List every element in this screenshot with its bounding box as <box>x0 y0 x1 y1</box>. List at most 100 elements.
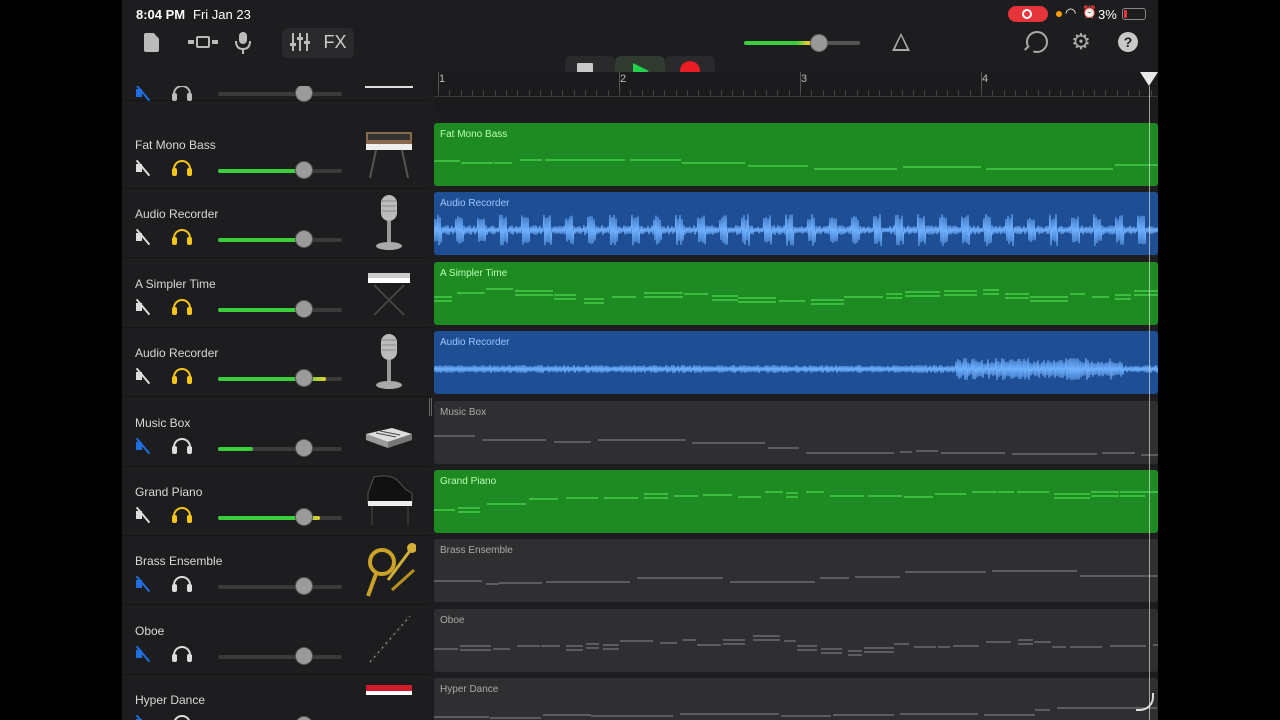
master-volume-knob[interactable] <box>810 34 828 52</box>
track-region[interactable]: Audio Recorder <box>434 331 1158 394</box>
brass-instrument-icon[interactable] <box>362 540 417 598</box>
track-header[interactable]: Audio Recorder <box>122 189 431 258</box>
headphones-icon[interactable] <box>172 714 192 720</box>
region-name: Audio Recorder <box>440 198 510 209</box>
region-content <box>434 159 1158 170</box>
track-header[interactable]: Hyper Dance <box>122 675 431 720</box>
headphones-icon[interactable] <box>172 86 192 102</box>
track-name: Oboe <box>135 624 165 638</box>
mute-icon[interactable] <box>134 506 152 524</box>
mute-icon[interactable] <box>134 714 152 720</box>
mute-icon[interactable] <box>134 367 152 385</box>
track-volume-slider[interactable] <box>218 577 342 595</box>
track-header-partial[interactable] <box>122 86 431 102</box>
partial-lane <box>434 86 1158 115</box>
track-region[interactable]: Hyper Dance <box>434 678 1158 720</box>
region-content <box>434 213 1158 247</box>
oboe-instrument-icon[interactable] <box>362 610 416 668</box>
region-content <box>434 288 1158 305</box>
track-header[interactable]: Fat Mono Bass <box>122 120 431 189</box>
region-name: Grand Piano <box>440 476 497 487</box>
privacy-indicator-icon <box>1056 11 1062 17</box>
help-icon[interactable]: ? <box>1118 32 1138 52</box>
microphone-instrument-icon[interactable] <box>362 193 416 251</box>
track-header[interactable]: Music Box <box>122 398 431 467</box>
track-region[interactable]: Fat Mono Bass <box>434 123 1158 186</box>
track-volume-slider[interactable] <box>218 439 342 457</box>
mute-icon[interactable] <box>134 86 152 102</box>
keyboard-stand-instrument-icon[interactable] <box>362 263 416 321</box>
settings-icon[interactable]: ⚙ <box>1070 31 1092 53</box>
headphones-icon[interactable] <box>172 645 192 663</box>
track-region[interactable]: Music Box <box>434 401 1158 464</box>
garageband-screen: 8:04 PM Fri Jan 23 ◠ ⏰ 3% FX ⚙ ? 1 2 3 4… <box>122 0 1158 720</box>
track-name: A Simpler Time <box>135 277 216 291</box>
ruler-bar-label: 2 <box>620 73 627 85</box>
red-synth-instrument-icon[interactable] <box>362 679 416 720</box>
headphones-icon[interactable] <box>172 159 192 177</box>
track-volume-slider[interactable] <box>218 230 342 248</box>
alarm-icon: ⏰ <box>1082 5 1097 19</box>
synth-instrument-icon[interactable] <box>362 124 416 182</box>
track-volume-slider[interactable] <box>218 161 342 179</box>
track-region[interactable]: Brass Ensemble <box>434 539 1158 602</box>
track-region[interactable]: Oboe <box>434 609 1158 672</box>
headphones-icon[interactable] <box>172 367 192 385</box>
region-content <box>434 358 1158 380</box>
track-name: Audio Recorder <box>135 207 219 221</box>
track-name: Music Box <box>135 416 191 430</box>
track-region[interactable]: Grand Piano <box>434 470 1158 533</box>
music-box-instrument-icon[interactable] <box>362 402 416 460</box>
track-volume-slider[interactable] <box>218 86 342 102</box>
track-header[interactable]: Audio Recorder <box>122 328 431 397</box>
track-volume-slider[interactable] <box>218 369 342 387</box>
track-name: Grand Piano <box>135 485 203 499</box>
mixer-icon[interactable] <box>288 28 312 65</box>
fx-button[interactable]: FX <box>318 28 352 56</box>
screen-recording-icon[interactable] <box>1008 6 1048 22</box>
track-name: Hyper Dance <box>135 693 206 707</box>
microphone-icon[interactable] <box>232 28 254 65</box>
metronome-icon[interactable] <box>890 31 912 53</box>
mute-icon[interactable] <box>134 645 152 663</box>
region-name: Audio Recorder <box>440 337 510 348</box>
wifi-icon: ◠ <box>1065 5 1077 20</box>
headphones-icon[interactable] <box>172 228 192 246</box>
headphones-icon[interactable] <box>172 437 192 455</box>
header-resize-handle[interactable] <box>429 398 432 416</box>
mute-icon[interactable] <box>134 575 152 593</box>
track-volume-slider[interactable] <box>218 647 342 665</box>
status-time: 8:04 PM <box>136 7 186 22</box>
track-region[interactable]: Audio Recorder <box>434 192 1158 255</box>
track-volume-slider[interactable] <box>218 508 342 526</box>
headphones-icon[interactable] <box>172 506 192 524</box>
region-content <box>434 635 1158 656</box>
master-volume-slider[interactable] <box>744 34 860 52</box>
status-date: Fri Jan 23 <box>193 7 251 22</box>
loop-icon[interactable] <box>1026 31 1048 53</box>
track-header[interactable]: Grand Piano <box>122 467 431 536</box>
microphone-instrument-icon[interactable] <box>362 332 416 390</box>
track-header[interactable]: Oboe <box>122 606 431 675</box>
track-lanes[interactable]: Fat Mono Bass Audio Recorder A Simpler Tim… <box>434 86 1158 720</box>
track-headers: Fat Mono Bass Audio Recorder A Simpler Tim… <box>122 86 431 720</box>
mute-icon[interactable] <box>134 228 152 246</box>
track-volume-slider[interactable] <box>218 300 342 318</box>
region-content <box>434 435 1158 456</box>
track-name: Brass Ensemble <box>135 554 223 568</box>
region-name: Hyper Dance <box>440 684 499 695</box>
mute-icon[interactable] <box>134 437 152 455</box>
track-header[interactable]: A Simpler Time <box>122 259 431 328</box>
region-name: Fat Mono Bass <box>440 129 508 140</box>
track-region[interactable]: A Simpler Time <box>434 262 1158 325</box>
mute-icon[interactable] <box>134 159 152 177</box>
ruler-bar-label: 1 <box>439 73 446 85</box>
mute-icon[interactable] <box>134 298 152 316</box>
headphones-icon[interactable] <box>172 298 192 316</box>
battery-percent: 3% <box>1098 7 1117 22</box>
grand-piano-instrument-icon[interactable] <box>362 471 416 529</box>
track-header[interactable]: Brass Ensemble <box>122 536 431 605</box>
region-name: Music Box <box>440 407 487 418</box>
headphones-icon[interactable] <box>172 575 192 593</box>
playhead-handle[interactable] <box>1140 72 1158 86</box>
